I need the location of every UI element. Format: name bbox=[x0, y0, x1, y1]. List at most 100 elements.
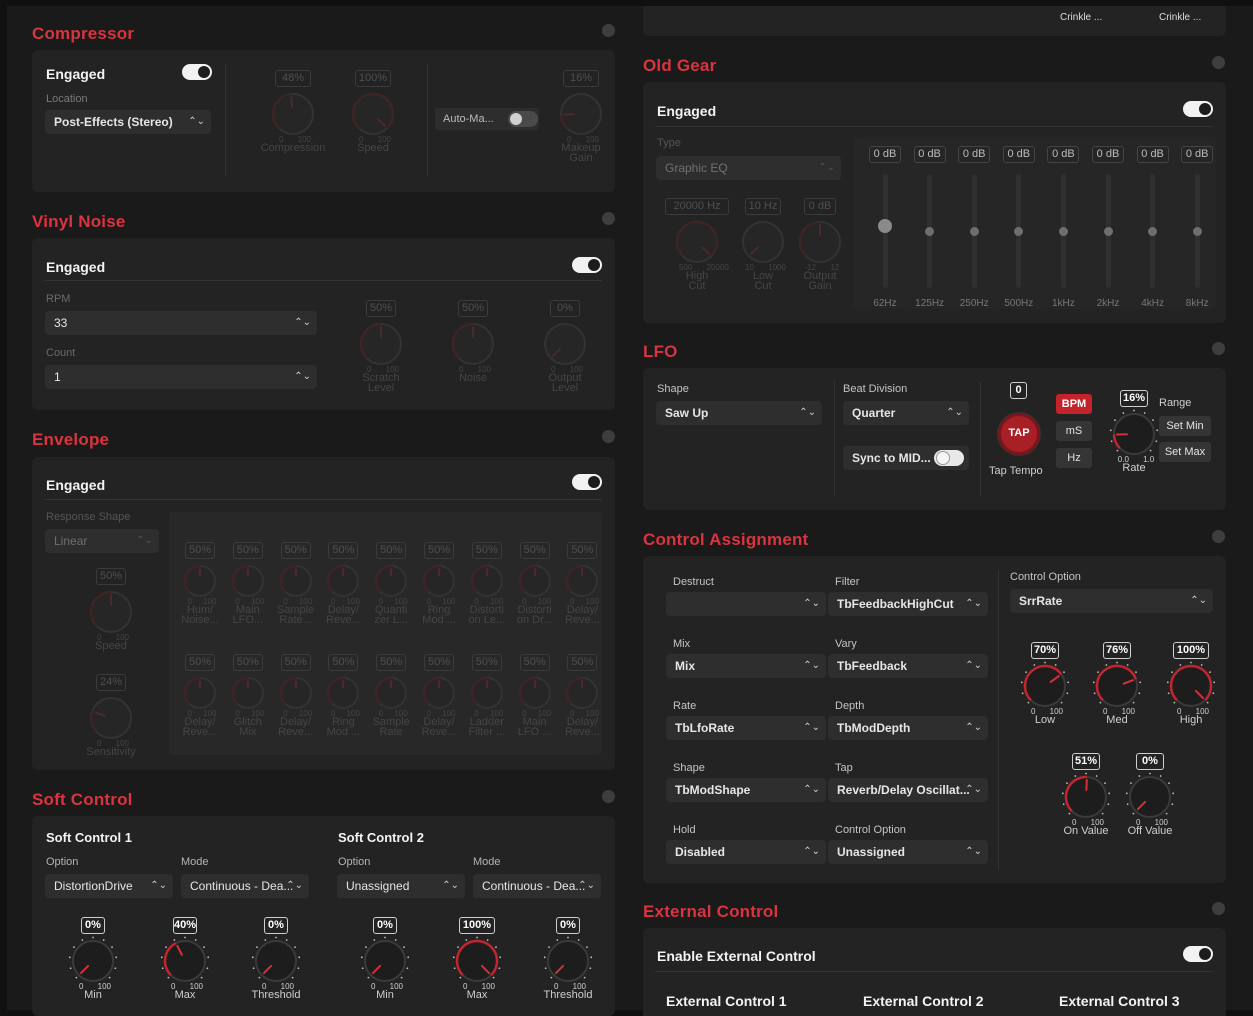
old-gear-high-cut-value: 20000 Hz bbox=[665, 198, 729, 215]
sc1-min-knob[interactable] bbox=[68, 936, 118, 986]
soft-control-collapse-button[interactable] bbox=[602, 790, 615, 803]
ctrl-filter-select[interactable]: TbFeedbackHighCut⌃⌄ bbox=[828, 592, 988, 616]
lfo-collapse-button[interactable] bbox=[1212, 342, 1225, 355]
eq-band-8kHz-slider[interactable] bbox=[1193, 227, 1202, 236]
ctrl-knob-off-value-knob[interactable] bbox=[1125, 772, 1175, 822]
env-dest2-0-knob[interactable] bbox=[180, 673, 220, 713]
env-dest1-3-knob[interactable] bbox=[323, 561, 363, 601]
vinyl-collapse-button[interactable] bbox=[602, 212, 615, 225]
ctrl-mix-select[interactable]: Mix⌃⌄ bbox=[666, 654, 826, 678]
old-gear-type-select[interactable]: Graphic EQ⌃⌄ bbox=[656, 156, 841, 180]
compressor-compression-knob[interactable] bbox=[268, 89, 318, 139]
external-control-panel: Enable External Control External Control… bbox=[643, 928, 1226, 1016]
envelope-speed-knob[interactable] bbox=[86, 587, 136, 637]
eq-band-500Hz-slider[interactable] bbox=[1014, 227, 1023, 236]
compressor-collapse-button[interactable] bbox=[602, 24, 615, 37]
eq-band-4kHz-slider[interactable] bbox=[1148, 227, 1157, 236]
vinyl-scratch-level-knob[interactable] bbox=[356, 319, 406, 369]
env-dest2-3-knob[interactable] bbox=[323, 673, 363, 713]
beat-division-select[interactable]: Quarter⌃⌄ bbox=[843, 401, 969, 425]
env-dest2-7-knob[interactable] bbox=[515, 673, 555, 713]
env-dest1-8-knob[interactable] bbox=[562, 561, 602, 601]
sc1-option-select[interactable]: DistortionDrive⌃⌄ bbox=[45, 874, 173, 898]
env-dest2-5-knob[interactable] bbox=[419, 673, 459, 713]
sc1-max-knob[interactable] bbox=[160, 936, 210, 986]
response-shape-select[interactable]: Linear⌃⌄ bbox=[45, 529, 159, 553]
compressor-speed-knob[interactable] bbox=[348, 89, 398, 139]
ctrl-depth-select[interactable]: TbModDepth⌃⌄ bbox=[828, 716, 988, 740]
hz-button[interactable]: Hz bbox=[1056, 448, 1092, 468]
old-gear-engaged-label: Engaged bbox=[657, 103, 716, 119]
env-dest2-2-knob[interactable] bbox=[276, 673, 316, 713]
envelope-engaged-toggle[interactable] bbox=[572, 474, 602, 490]
auto-makeup-toggle[interactable] bbox=[508, 111, 538, 127]
env-dest1-5-knob[interactable] bbox=[419, 561, 459, 601]
chevron-updown-icon: ⌃⌄ bbox=[818, 156, 835, 180]
set-min-button[interactable]: Set Min bbox=[1159, 416, 1211, 436]
env-dest1-7-knob[interactable] bbox=[515, 561, 555, 601]
ctrl-hold-select[interactable]: Disabled⌃⌄ bbox=[666, 840, 826, 864]
external-control-collapse-button[interactable] bbox=[1212, 902, 1225, 915]
sc1-threshold-knob[interactable] bbox=[251, 936, 301, 986]
compressor-makeup-gain-knob[interactable] bbox=[556, 89, 606, 139]
env-dest2-6-knob[interactable] bbox=[467, 673, 507, 713]
old-gear-collapse-button[interactable] bbox=[1212, 56, 1225, 69]
ctrl-rate-select[interactable]: TbLfoRate⌃⌄ bbox=[666, 716, 826, 740]
sc2-threshold-knob[interactable] bbox=[543, 936, 593, 986]
ms-button[interactable]: mS bbox=[1056, 421, 1092, 441]
enable-external-toggle[interactable] bbox=[1183, 946, 1213, 962]
ctrl-vary-select[interactable]: TbFeedback⌃⌄ bbox=[828, 654, 988, 678]
tap-tempo-button[interactable]: TAP bbox=[998, 413, 1040, 455]
lfo-rate-knob[interactable] bbox=[1109, 409, 1159, 459]
vinyl-output-level-knob[interactable] bbox=[540, 319, 590, 369]
env-dest1-2-knob[interactable] bbox=[276, 561, 316, 601]
bpm-button[interactable]: BPM bbox=[1056, 394, 1092, 414]
env-dest1-4-knob[interactable] bbox=[371, 561, 411, 601]
env-dest2-8-knob[interactable] bbox=[562, 673, 602, 713]
auto-makeup-label: Auto-Ma... bbox=[443, 113, 494, 125]
sc2-max-knob[interactable] bbox=[452, 936, 502, 986]
rpm-select[interactable]: 33⌃⌄ bbox=[45, 311, 317, 335]
chevron-updown-icon: ⌃⌄ bbox=[294, 311, 311, 335]
eq-band-1kHz-slider[interactable] bbox=[1059, 227, 1068, 236]
ctrl-knob-high-knob[interactable] bbox=[1166, 661, 1216, 711]
ctrl-shape-select[interactable]: TbModShape⌃⌄ bbox=[666, 778, 826, 802]
control-assignment-collapse-button[interactable] bbox=[1212, 530, 1225, 543]
old-gear-low-cut-knob[interactable] bbox=[738, 217, 788, 267]
env-dest2-1-knob[interactable] bbox=[228, 673, 268, 713]
eq-band-62Hz-slider[interactable] bbox=[878, 219, 892, 233]
control-option-select[interactable]: SrrRate⌃⌄ bbox=[1010, 589, 1213, 613]
vinyl-noise-knob[interactable] bbox=[448, 319, 498, 369]
sc2-mode-select[interactable]: Continuous - Dea...⌃⌄ bbox=[473, 874, 601, 898]
ctrl-knob-on-value-knob[interactable] bbox=[1061, 772, 1111, 822]
ctrl-knob-med-knob[interactable] bbox=[1092, 661, 1142, 711]
eq-band-250Hz-slider[interactable] bbox=[970, 227, 979, 236]
old-gear-engaged-toggle[interactable] bbox=[1183, 101, 1213, 117]
sync-midi-toggle[interactable] bbox=[934, 450, 964, 466]
old-gear-high-cut-knob[interactable] bbox=[672, 217, 722, 267]
ctrl-control-option-select[interactable]: Unassigned⌃⌄ bbox=[828, 840, 988, 864]
count-select[interactable]: 1⌃⌄ bbox=[45, 365, 317, 389]
ctrl-tap-select[interactable]: Reverb/Delay Oscillat...⌃⌄ bbox=[828, 778, 988, 802]
sc2-option-select[interactable]: Unassigned⌃⌄ bbox=[337, 874, 465, 898]
set-max-button[interactable]: Set Max bbox=[1159, 442, 1211, 462]
vinyl-engaged-toggle[interactable] bbox=[572, 257, 602, 273]
env-dest1-0-knob[interactable] bbox=[180, 561, 220, 601]
envelope-sensitivity-knob[interactable] bbox=[86, 693, 136, 743]
old-gear-output-gain-knob[interactable] bbox=[795, 217, 845, 267]
sc1-min-value: 0% bbox=[81, 917, 105, 934]
env-dest1-6-knob[interactable] bbox=[467, 561, 507, 601]
ctrl-knob-low-knob[interactable] bbox=[1020, 661, 1070, 711]
ctrl-destruct-select[interactable]: ⌃⌄ bbox=[666, 592, 826, 616]
envelope-collapse-button[interactable] bbox=[602, 430, 615, 443]
sc1-mode-select[interactable]: Continuous - Dea...⌃⌄ bbox=[181, 874, 309, 898]
response-shape-value: Linear bbox=[54, 534, 87, 548]
eq-band-2kHz-slider[interactable] bbox=[1104, 227, 1113, 236]
env-dest2-4-knob[interactable] bbox=[371, 673, 411, 713]
eq-band-125Hz-slider[interactable] bbox=[925, 227, 934, 236]
env-dest1-1-knob[interactable] bbox=[228, 561, 268, 601]
sc2-min-knob[interactable] bbox=[360, 936, 410, 986]
lfo-shape-select[interactable]: Saw Up⌃⌄ bbox=[656, 401, 822, 425]
compressor-engaged-toggle[interactable] bbox=[182, 64, 212, 80]
compressor-location-select[interactable]: Post-Effects (Stereo)⌃⌄ bbox=[45, 110, 211, 134]
